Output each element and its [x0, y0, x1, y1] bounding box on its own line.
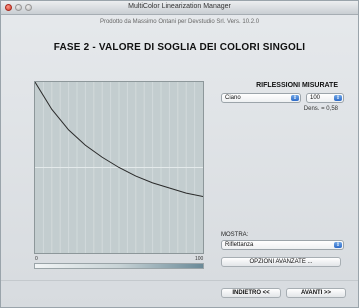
reflections-heading: RIFLESSIONI MISURATE	[256, 82, 338, 89]
x-axis-max-label: 100	[195, 256, 204, 262]
mostra-select-value: Riflettanza	[225, 242, 254, 248]
color-select[interactable]: Ciano ⇕	[221, 93, 301, 103]
mostra-select[interactable]: Riflettanza ⇕	[221, 240, 344, 250]
updown-chevron-icon: ⇕	[291, 95, 299, 101]
app-window: MultiColor Linearization Manager Prodott…	[0, 0, 359, 308]
x-axis-min-label: 0	[35, 256, 38, 262]
value-select-value: 100	[310, 95, 321, 101]
updown-chevron-icon: ⇕	[334, 95, 342, 101]
tone-gradient-bar	[34, 263, 204, 269]
mostra-label: MOSTRA:	[221, 232, 249, 238]
back-button[interactable]: INDIETRO <<	[221, 288, 281, 298]
footer-divider	[1, 280, 358, 281]
page-heading: FASE 2 - VALORE DI SOGLIA DEI COLORI SIN…	[53, 42, 306, 53]
window-title: MultiColor Linearization Manager	[128, 3, 231, 10]
color-select-value: Ciano	[225, 95, 241, 101]
advanced-options-button[interactable]: OPZIONI AVANZATE ...	[221, 257, 341, 267]
title-bar: MultiColor Linearization Manager	[1, 1, 358, 15]
app-subtitle: Prodotto da Massimo Ontani per Devstudio…	[99, 19, 260, 25]
density-readout: Dens. = 0,58	[303, 106, 338, 112]
chart-svg	[35, 82, 203, 253]
updown-chevron-icon: ⇕	[334, 242, 342, 248]
reflectance-chart	[34, 81, 204, 254]
next-button[interactable]: AVANTI >>	[286, 288, 346, 298]
value-select[interactable]: 100 ⇕	[306, 93, 344, 103]
